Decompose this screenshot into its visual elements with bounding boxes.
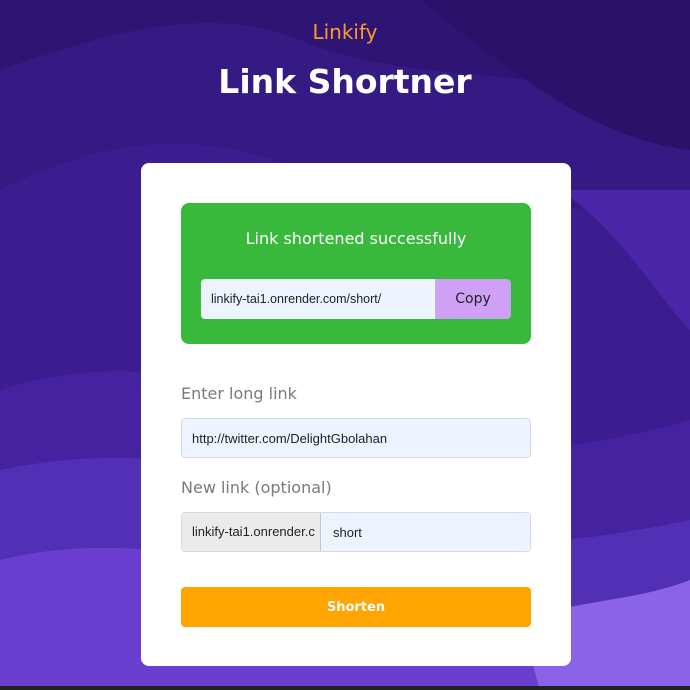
success-panel: Link shortened successfully linkify-tai1… xyxy=(181,203,531,344)
short-url-output[interactable]: linkify-tai1.onrender.com/short/ xyxy=(201,279,436,319)
new-link-label: New link (optional) xyxy=(181,478,332,497)
bottom-bar xyxy=(0,686,690,690)
brand-name: Linkify xyxy=(312,20,378,44)
long-link-label: Enter long link xyxy=(181,384,297,403)
page-title: Link Shortner xyxy=(218,62,472,101)
custom-slug-input[interactable] xyxy=(321,513,530,551)
success-message: Link shortened successfully xyxy=(245,229,467,248)
copy-button[interactable]: Copy xyxy=(436,279,511,319)
shortener-card: Link shortened successfully linkify-tai1… xyxy=(141,163,571,666)
shorten-button[interactable]: Shorten xyxy=(181,587,531,627)
short-url-group: linkify-tai1.onrender.com/short/ Copy xyxy=(201,279,511,319)
new-link-group: linkify-tai1.onrender.c xyxy=(181,512,531,552)
domain-prefix: linkify-tai1.onrender.c xyxy=(182,513,321,551)
long-link-input[interactable] xyxy=(181,418,531,458)
